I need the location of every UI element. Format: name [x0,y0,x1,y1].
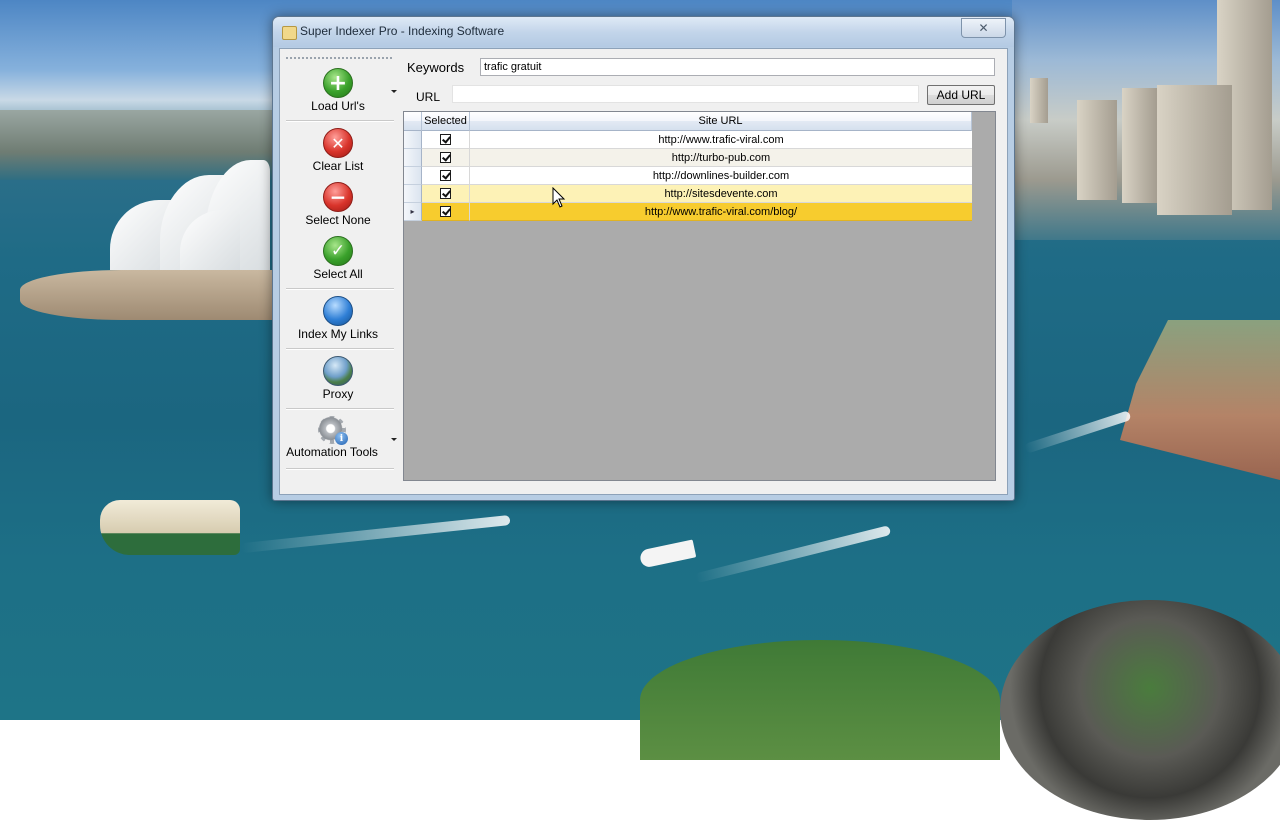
row-checkbox[interactable] [440,206,451,217]
load-urls-label: Load Url's [311,99,365,113]
selected-cell[interactable] [422,131,470,149]
app-window: Super Indexer Pro - Indexing Software ✕ … [272,16,1015,501]
title-bar[interactable]: Super Indexer Pro - Indexing Software ✕ [273,17,1014,47]
clear-x-icon: ✕ [323,128,353,158]
automation-tools-label: Automation Tools [286,445,378,459]
wallpaper-round-building [1000,600,1280,820]
mouse-pointer-icon [552,187,566,208]
site-url-cell[interactable]: http://turbo-pub.com [470,149,972,167]
clear-list-label: Clear List [312,159,364,173]
blue-orb-icon [323,296,353,326]
wallpaper-ferry-wake [240,515,511,554]
proxy-label: Proxy [322,387,354,401]
site-url-cell[interactable]: http://downlines-builder.com [470,167,972,185]
table-row[interactable]: http://sitesdevente.com [404,185,972,203]
select-all-label: Select All [313,267,363,281]
keywords-input[interactable] [480,58,995,76]
info-badge-icon: i [335,432,348,445]
row-checkbox[interactable] [440,188,451,199]
window-client-area: + Load Url's ✕ Clear List − Select None … [279,48,1008,495]
selected-cell[interactable] [422,185,470,203]
site-url-cell[interactable]: http://sitesdevente.com [470,185,972,203]
toolstrip-separator [286,348,394,350]
automation-tools-dropdown-arrow[interactable] [391,438,397,441]
row-checkbox[interactable] [440,170,451,181]
index-my-links-label: Index My Links [297,327,379,341]
table-row-current[interactable]: ▸ http://www.trafic-viral.com/blog/ [404,203,972,221]
grid-corner-header[interactable] [404,112,422,131]
column-header-site-url[interactable]: Site URL [470,112,972,131]
row-header[interactable] [404,185,422,203]
tool-strip: + Load Url's ✕ Clear List − Select None … [280,49,401,494]
row-header[interactable] [404,167,422,185]
url-label: URL [416,90,441,104]
wallpaper-island [1120,320,1280,480]
select-all-button[interactable]: ✓ Select All [282,236,394,281]
wallpaper-opera-house [20,160,275,325]
url-grid[interactable]: Selected Site URL http://www.trafic-vira… [403,111,996,481]
globe-icon [323,356,353,386]
clear-list-button[interactable]: ✕ Clear List [282,128,394,173]
row-header[interactable] [404,149,422,167]
table-row[interactable]: http://www.trafic-viral.com [404,131,972,149]
current-row-marker-icon[interactable]: ▸ [404,203,422,221]
column-header-selected[interactable]: Selected [422,112,470,131]
toolstrip-grip[interactable] [286,57,394,59]
table-row[interactable]: http://turbo-pub.com [404,149,972,167]
grid-header: Selected Site URL [404,112,972,131]
row-checkbox[interactable] [440,152,451,163]
wallpaper-speedboat [638,539,697,569]
keywords-label: Keywords [407,60,465,75]
plus-icon: + [323,68,353,98]
wallpaper-palm-park [640,640,1000,760]
row-checkbox[interactable] [440,134,451,145]
toolstrip-separator [286,408,394,410]
wallpaper-ferry [100,500,240,555]
selected-cell[interactable] [422,203,470,221]
app-icon [282,26,297,40]
minus-icon: − [323,182,353,212]
wallpaper-boat-wake [694,525,892,584]
load-urls-dropdown-arrow[interactable] [391,90,397,93]
selected-cell[interactable] [422,149,470,167]
toolstrip-separator [286,288,394,290]
index-my-links-button[interactable]: Index My Links [282,296,394,341]
select-none-button[interactable]: − Select None [282,182,394,227]
selected-cell[interactable] [422,167,470,185]
load-urls-button[interactable]: + Load Url's [282,68,394,113]
wallpaper-city-skyline [1012,0,1280,240]
site-url-cell[interactable]: http://www.trafic-viral.com/blog/ [470,203,972,221]
url-input[interactable] [452,85,919,103]
gear-info-icon: i [318,416,348,445]
table-row[interactable]: http://downlines-builder.com [404,167,972,185]
wallpaper-boat-wake-2 [1023,410,1132,454]
close-button[interactable]: ✕ [961,18,1006,38]
toolstrip-separator [286,468,394,470]
automation-tools-button[interactable]: i Automation Tools [276,416,388,459]
row-header[interactable] [404,131,422,149]
site-url-cell[interactable]: http://www.trafic-viral.com [470,131,972,149]
add-url-button[interactable]: Add URL [927,85,995,105]
checkmark-icon: ✓ [323,236,353,266]
toolstrip-separator [286,120,394,122]
window-title: Super Indexer Pro - Indexing Software [300,24,505,38]
select-none-label: Select None [305,213,371,227]
proxy-button[interactable]: Proxy [282,356,394,401]
